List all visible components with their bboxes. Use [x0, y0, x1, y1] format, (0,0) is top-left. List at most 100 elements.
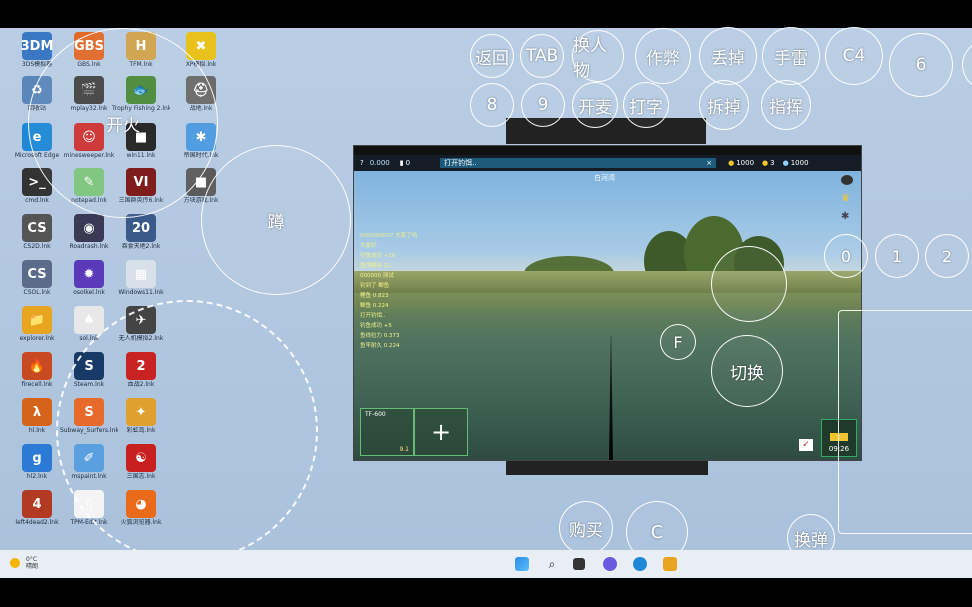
sun-icon — [10, 558, 20, 568]
taskbar: 0°C 晴朗 ⌕ — [0, 550, 972, 578]
chat-log: 000/000007 大家了吗 大家好钓鱼成功 +10 鱼饵剩余 12 000000 … — [360, 231, 490, 351]
hud-coins: 3 — [770, 159, 775, 167]
hud-money: 1000 — [736, 159, 755, 167]
key-button[interactable]: 作弊 — [635, 28, 691, 84]
desktop-icon[interactable]: CS CSOL.lnk — [8, 260, 66, 306]
hud-right-value: 1000 — [790, 159, 809, 167]
desktop-icon[interactable]: 🔥 firecell.lnk — [8, 352, 66, 398]
movement-joystick[interactable] — [56, 300, 318, 562]
desktop-icon-label: firecell.lnk — [21, 381, 53, 388]
key-button[interactable]: 拆掉 — [699, 80, 749, 130]
chat-line: 鱼线拉力 0.373 — [360, 333, 400, 339]
game-window-footer — [506, 461, 708, 475]
slot-label: TF-600 — [365, 411, 386, 418]
chat-line: 钓鱼成功 +10 — [360, 253, 396, 259]
chat-line: 钓到了 鲫鱼 — [360, 283, 390, 289]
desktop-icon[interactable]: 20 吞食天地2.lnk — [112, 214, 170, 260]
key-button[interactable]: TAB — [520, 34, 564, 78]
side-icons: ♛ ✱ — [841, 175, 855, 222]
game-window[interactable]: ? 0.000 ▮ 0 打开钓饵.. × ● 1000 ● 3 ● 1000 白… — [353, 145, 862, 461]
desktop-icon[interactable]: ▦ Windows11.lnk — [112, 260, 170, 306]
app-icon: 3DM — [21, 32, 53, 60]
desktop-icon-label: hl2.lnk — [26, 473, 48, 480]
app-icon: ♠ — [74, 306, 104, 334]
key-button[interactable]: 打字 — [623, 82, 669, 128]
app-icon: g — [22, 444, 52, 472]
app-icon: ◉ — [74, 214, 104, 242]
inventory-slot-add[interactable]: + — [414, 408, 468, 456]
chat-close-icon[interactable]: × — [706, 159, 712, 167]
signal-icon: ▮ — [399, 159, 404, 167]
app-icon: ✹ — [74, 260, 104, 288]
app-icon: λ — [22, 398, 52, 426]
look-touch-area[interactable] — [838, 310, 972, 534]
desktop-icon[interactable]: ◉ Roadrash.lnk — [60, 214, 118, 260]
key-button[interactable]: C4 — [825, 27, 883, 85]
inventory-slot-rod[interactable]: TF-600 9.1 — [360, 408, 414, 456]
desktop-icon-label: osolkel.lnk — [73, 289, 105, 296]
task-view-icon[interactable] — [573, 558, 585, 570]
desktop-icon[interactable]: CS CS2D.lnk — [8, 214, 66, 260]
key-button[interactable]: 开麦 — [572, 82, 618, 128]
desktop-icon-label: CSOL.lnk — [23, 289, 51, 296]
key-button[interactable]: 9 — [521, 83, 565, 127]
chat-line: 鱼饵剩余 12 — [360, 263, 391, 269]
desktop-icon-label: 吞食天地2.lnk — [121, 243, 161, 250]
switch-button[interactable]: 切换 — [711, 335, 783, 407]
weather-desc: 晴朗 — [26, 563, 39, 570]
explorer-icon[interactable] — [663, 557, 677, 571]
chat-icon[interactable] — [603, 557, 617, 571]
buy-button[interactable]: 购买 — [559, 501, 613, 555]
app-icon: CS — [22, 260, 52, 288]
desktop-icon-label: explorer.lnk — [19, 335, 55, 342]
desktop-icon[interactable]: 📁 explorer.lnk — [8, 306, 66, 352]
windows-start-icon[interactable] — [515, 557, 529, 571]
desktop-icon[interactable]: 4 left4dead2.lnk — [8, 490, 66, 536]
chat-line: 鲫鱼 0.224 — [360, 303, 389, 309]
app-icon: CS — [22, 214, 52, 242]
fishing-rod — [609, 336, 613, 460]
fire-button[interactable]: 开火 — [28, 28, 218, 218]
game-status-strip — [354, 146, 861, 155]
gem-icon: ● — [782, 159, 789, 167]
app-icon: ▦ — [126, 260, 156, 288]
chat-input-text: 打开钓饵.. — [444, 159, 477, 167]
slot-count: 9.1 — [399, 446, 409, 453]
chat-line: 钓鱼成功 +5 — [360, 323, 392, 329]
key-button[interactable]: 手雷 — [762, 27, 820, 85]
key-button[interactable]: 换人物 — [572, 30, 624, 82]
app-icon: 20 — [126, 214, 156, 242]
checkbox-icon[interactable]: ✓ — [799, 439, 813, 451]
number-key-button[interactable]: 1 — [875, 234, 919, 278]
desktop-icon-label: CS2D.lnk — [23, 243, 51, 250]
desktop-icon[interactable]: ✹ osolkel.lnk — [60, 260, 118, 306]
chat-line: 000000 测试 — [360, 273, 394, 279]
desktop-icon-label: Windows11.lnk — [118, 289, 164, 296]
weather-temp: 0°C — [26, 556, 38, 563]
aim-ring[interactable] — [711, 246, 787, 322]
chat-line: 000/000007 大家了吗 — [360, 233, 418, 239]
bucket-icon[interactable] — [841, 175, 853, 185]
app-icon: 🔥 — [22, 352, 52, 380]
key-button[interactable]: 丢掉 — [699, 27, 757, 85]
key-button[interactable]: 6 — [889, 33, 953, 97]
number-key-button[interactable]: 0 — [824, 234, 868, 278]
add-icon: + — [430, 418, 452, 446]
key-button[interactable]: 8 — [470, 83, 514, 127]
search-icon[interactable]: ⌕ — [545, 557, 559, 571]
key-button[interactable]: 指挥 — [761, 80, 811, 130]
hud-question-icon[interactable]: ? — [360, 159, 364, 167]
fish-icon[interactable]: ✱ — [841, 211, 853, 222]
edge-icon[interactable] — [633, 557, 647, 571]
app-icon: 📁 — [22, 306, 52, 334]
game-hud-bar: ? 0.000 ▮ 0 打开钓饵.. × ● 1000 ● 3 ● 1000 — [354, 155, 861, 171]
f-key-button[interactable]: F — [660, 324, 696, 360]
weather-widget[interactable]: 0°C 晴朗 — [10, 556, 38, 570]
desktop-icon-label: Roadrash.lnk — [69, 243, 109, 250]
chat-line: 大家好 — [360, 243, 377, 249]
trophy-icon[interactable]: ♛ — [841, 193, 853, 204]
number-key-button[interactable]: 2 — [925, 234, 969, 278]
key-button[interactable]: 返回 — [470, 34, 514, 78]
crouch-button[interactable]: 蹲 — [201, 145, 351, 295]
chat-input[interactable]: 打开钓饵.. × — [440, 158, 717, 168]
